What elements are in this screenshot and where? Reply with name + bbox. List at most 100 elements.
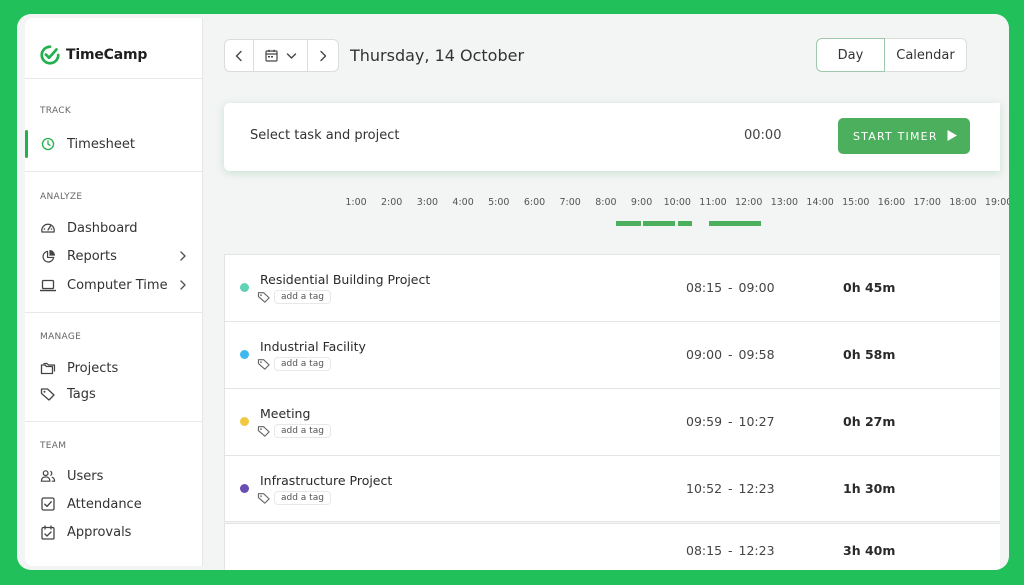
next-day-button[interactable]: [308, 39, 339, 72]
start-timer-button[interactable]: START TIMER: [838, 118, 970, 154]
entry-time-range[interactable]: 09:00 - 09:58: [686, 347, 775, 362]
start-timer-label: START TIMER: [853, 129, 938, 143]
clock-icon: [40, 136, 56, 152]
section-label-team: TEAM: [40, 441, 67, 451]
timeline-hour-label: 9:00: [630, 197, 653, 208]
gauge-icon: [40, 220, 56, 236]
add-tag-button[interactable]: add a tag: [274, 424, 331, 438]
pie-chart-icon: [40, 248, 56, 264]
sidebar-item-tags[interactable]: Tags: [25, 382, 203, 406]
entry-start: 10:52: [686, 481, 723, 496]
chevron-right-icon: [180, 251, 186, 261]
timeline-hour-label: 1:00: [345, 197, 367, 208]
entry-project-name[interactable]: Meeting: [260, 406, 310, 421]
project-color-dot: [240, 283, 249, 292]
timeline-hour-label: 3:00: [416, 197, 439, 208]
task-project-selector[interactable]: Select task and project: [250, 128, 399, 143]
tag-area[interactable]: add a tag: [257, 290, 331, 304]
timeline-hour-label: 15:00: [842, 197, 870, 208]
range-separator: -: [728, 280, 733, 295]
timeline-hour-label: 12:00: [734, 197, 763, 208]
date-picker-button[interactable]: [254, 39, 308, 72]
folder-icon: [40, 360, 56, 376]
timeline-hour-label: 18:00: [949, 197, 977, 208]
chevron-left-icon: [235, 50, 242, 61]
tag-icon: [257, 292, 270, 303]
time-entry-row[interactable]: Industrial Facility add a tag 09:00 - 09…: [224, 321, 1000, 388]
timeline-hour-label: 11:00: [699, 197, 727, 208]
tag-icon: [40, 386, 56, 402]
add-tag-button[interactable]: add a tag: [274, 290, 331, 304]
tag-icon: [257, 359, 270, 370]
previous-day-button[interactable]: [224, 39, 254, 72]
sidebar-item-computer-time[interactable]: Computer Time: [25, 273, 203, 297]
divider: [25, 312, 203, 313]
entry-duration[interactable]: 0h 45m: [843, 280, 895, 295]
logo[interactable]: TimeCamp: [39, 44, 147, 66]
chevron-right-icon: [320, 50, 327, 61]
view-toggle: Day Calendar: [816, 38, 967, 72]
calendar-view-button[interactable]: Calendar: [885, 38, 967, 72]
timeline-hours: 1:00 2:00 3:00 4:00 5:00 6:00 7:00 8:00 9:00 10:0…: [204, 197, 1009, 211]
project-color-dot: [240, 484, 249, 493]
tag-area[interactable]: add a tag: [257, 357, 331, 371]
entry-time-range[interactable]: 09:59 - 10:27: [686, 414, 775, 429]
entry-duration[interactable]: 1h 30m: [843, 481, 895, 496]
tracked-time-bar[interactable]: [677, 221, 693, 226]
sidebar-item-label: Computer Time: [67, 277, 168, 293]
laptop-icon: [40, 277, 56, 293]
timeline-hour-label: 2:00: [381, 197, 403, 208]
add-tag-button[interactable]: add a tag: [274, 491, 331, 505]
entry-time-range[interactable]: 10:52 - 12:23: [686, 481, 775, 496]
sidebar-item-label: Dashboard: [67, 220, 138, 236]
timeline-hour-label: 19:00: [984, 197, 1009, 208]
entry-time-range[interactable]: 08:15 - 09:00: [686, 280, 775, 295]
entry-duration[interactable]: 0h 58m: [843, 347, 895, 362]
sidebar-item-label: Users: [67, 468, 104, 484]
tracked-time-bar[interactable]: [642, 221, 676, 226]
timeline-hour-label: 14:00: [806, 197, 834, 208]
entry-start: 08:15: [686, 280, 723, 295]
entry-start: 09:59: [686, 414, 723, 429]
entry-project-name[interactable]: Industrial Facility: [260, 339, 366, 354]
section-label-manage: MANAGE: [40, 332, 82, 342]
sidebar-item-reports[interactable]: Reports: [25, 244, 203, 268]
tag-area[interactable]: add a tag: [257, 491, 331, 505]
divider: [25, 171, 203, 172]
time-entry-row[interactable]: Residential Building Project add a tag 0…: [224, 254, 1000, 321]
range-separator: -: [728, 347, 733, 362]
sidebar-item-label: Attendance: [67, 496, 142, 512]
sidebar-item-timesheet[interactable]: Timesheet: [25, 130, 203, 158]
total-start: 08:15: [686, 543, 723, 558]
sidebar-item-label: Reports: [67, 248, 117, 264]
app-name: TimeCamp: [66, 47, 148, 63]
time-entry-row[interactable]: Infrastructure Project add a tag 10:52 -…: [224, 455, 1000, 522]
sidebar-item-approvals[interactable]: Approvals: [25, 520, 203, 544]
users-icon: [40, 468, 56, 484]
total-duration: 3h 40m: [843, 543, 896, 558]
timer-bar: Select task and project 00:00 START TIME…: [224, 103, 1000, 171]
tracked-time-bar[interactable]: [709, 221, 762, 226]
entry-duration[interactable]: 0h 27m: [843, 414, 895, 429]
sidebar: TimeCamp TRACK Timesheet ANALYZE Dashboa…: [25, 18, 203, 566]
app-window: TimeCamp TRACK Timesheet ANALYZE Dashboa…: [17, 14, 1009, 570]
tag-icon: [257, 493, 270, 504]
time-entry-row[interactable]: Meeting add a tag 09:59 - 10:27 0h 27m: [224, 388, 1000, 455]
chevron-down-icon: [286, 52, 296, 59]
sidebar-item-attendance[interactable]: Attendance: [25, 492, 203, 516]
entry-project-name[interactable]: Infrastructure Project: [260, 473, 392, 488]
tracked-time-bar[interactable]: [615, 221, 641, 226]
tag-area[interactable]: add a tag: [257, 424, 331, 438]
entry-project-name[interactable]: Residential Building Project: [260, 272, 430, 287]
range-separator: -: [728, 414, 733, 429]
add-tag-button[interactable]: add a tag: [274, 357, 331, 371]
day-view-button[interactable]: Day: [816, 38, 885, 72]
section-label-analyze: ANALYZE: [40, 192, 83, 202]
sidebar-item-users[interactable]: Users: [25, 464, 203, 488]
divider: [25, 78, 203, 79]
sidebar-item-dashboard[interactable]: Dashboard: [25, 216, 203, 240]
entry-end: 09:00: [738, 280, 775, 295]
current-date: Thursday, 14 October: [350, 46, 525, 65]
chevron-right-icon: [180, 280, 186, 290]
sidebar-item-projects[interactable]: Projects: [25, 356, 203, 380]
